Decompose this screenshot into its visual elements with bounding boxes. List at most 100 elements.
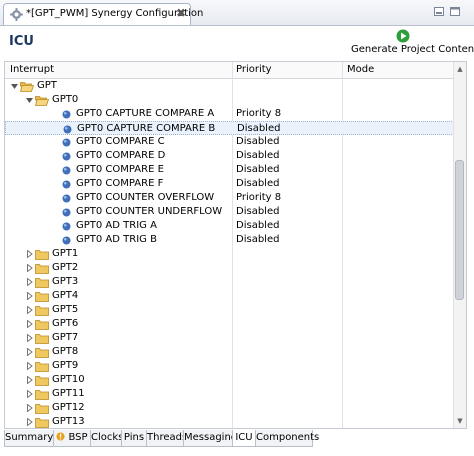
- tree-leaf-row[interactable]: GPT0 COMPARE C Disabled: [5, 135, 454, 149]
- tree-folder-row[interactable]: GPT: [5, 79, 454, 93]
- scroll-down-icon[interactable]: ▼: [456, 417, 464, 425]
- column-header-interrupt[interactable]: Interrupt: [10, 64, 54, 75]
- tree-leaf-row[interactable]: GPT0 COUNTER OVERFLOW Priority 8: [5, 191, 454, 205]
- minimize-icon[interactable]: [434, 7, 444, 16]
- expand-arrow-icon[interactable]: [26, 334, 33, 342]
- interrupt-icon: [62, 166, 71, 175]
- tree-folder-row[interactable]: GPT7: [5, 331, 454, 345]
- priority-value[interactable]: Priority 8: [236, 192, 281, 203]
- tree-folder-row[interactable]: GPT12: [5, 401, 454, 415]
- folder-icon: [35, 404, 49, 414]
- tree-leaf-row[interactable]: GPT0 COMPARE E Disabled: [5, 163, 454, 177]
- interrupt-name: GPT0 COMPARE D: [76, 150, 166, 161]
- expand-arrow-icon[interactable]: [26, 306, 33, 314]
- column-header-mode[interactable]: Mode: [347, 64, 374, 75]
- tree-leaf-row[interactable]: GPT0 COMPARE F Disabled: [5, 177, 454, 191]
- interrupt-name: GPT0 COMPARE F: [76, 178, 164, 189]
- priority-value[interactable]: Disabled: [236, 220, 279, 231]
- expand-arrow-icon[interactable]: [26, 390, 33, 398]
- tree-folder-row[interactable]: GPT10: [5, 373, 454, 387]
- folder-icon: [35, 278, 49, 288]
- interrupt-name: GPT0 CAPTURE COMPARE A: [76, 108, 215, 119]
- collapse-arrow-icon[interactable]: [26, 96, 33, 104]
- tree-folder-row[interactable]: GPT5: [5, 303, 454, 317]
- priority-value[interactable]: Disabled: [236, 206, 279, 217]
- run-icon[interactable]: [396, 29, 410, 43]
- expand-arrow-icon[interactable]: [26, 250, 33, 258]
- tree-folder-row[interactable]: GPT0: [5, 93, 454, 107]
- close-icon[interactable]: ✖: [176, 6, 186, 20]
- priority-value[interactable]: Priority 8: [236, 108, 281, 119]
- tree-folder-row[interactable]: GPT3: [5, 275, 454, 289]
- folder-icon: [35, 348, 49, 358]
- folder-icon: [35, 306, 49, 316]
- expand-arrow-icon[interactable]: [26, 348, 33, 356]
- tab-components[interactable]: Components: [255, 430, 319, 447]
- tree-folder-label: GPT0: [52, 94, 79, 105]
- tab-summary[interactable]: Summary: [4, 430, 54, 447]
- priority-value[interactable]: Disabled: [236, 150, 279, 161]
- tree-folder-label: GPT13: [52, 416, 85, 427]
- expand-arrow-icon[interactable]: [26, 278, 33, 286]
- tree-folder-row[interactable]: GPT6: [5, 317, 454, 331]
- scrollbar-thumb[interactable]: [455, 160, 464, 300]
- tab-messaging[interactable]: Messaging: [183, 430, 237, 447]
- folder-icon: [35, 334, 49, 344]
- priority-value[interactable]: Disabled: [236, 136, 279, 147]
- tree-folder-label: GPT1: [52, 248, 79, 259]
- tree-leaf-row[interactable]: GPT0 CAPTURE COMPARE B Disabled: [5, 121, 454, 135]
- tree-leaf-row[interactable]: GPT0 CAPTURE COMPARE A Priority 8: [5, 107, 454, 121]
- tab-bsp[interactable]: BSP: [53, 430, 91, 447]
- expand-arrow-icon[interactable]: [26, 264, 33, 272]
- tree-folder-label: GPT9: [52, 360, 79, 371]
- folder-icon: [35, 250, 49, 260]
- tree-folder-row[interactable]: GPT2: [5, 261, 454, 275]
- tree-leaf-row[interactable]: GPT0 COMPARE D Disabled: [5, 149, 454, 163]
- vertical-scrollbar[interactable]: ▲ ▼: [453, 62, 466, 428]
- expand-arrow-icon[interactable]: [26, 404, 33, 412]
- table-header: Interrupt Priority Mode: [5, 62, 454, 79]
- priority-value[interactable]: Disabled: [236, 178, 279, 189]
- tree-leaf-row[interactable]: GPT0 AD TRIG B Disabled: [5, 233, 454, 247]
- tab-pins[interactable]: Pins: [121, 430, 147, 447]
- interrupt-icon: [62, 138, 71, 147]
- interrupt-name: GPT0 CAPTURE COMPARE B: [77, 123, 216, 134]
- expand-arrow-icon[interactable]: [26, 418, 33, 426]
- expand-arrow-icon[interactable]: [26, 376, 33, 384]
- tree-folder-row[interactable]: GPT8: [5, 345, 454, 359]
- tree-leaf-row[interactable]: GPT0 COUNTER UNDERFLOW Disabled: [5, 205, 454, 219]
- tree-folder-row[interactable]: GPT1: [5, 247, 454, 261]
- expand-arrow-icon[interactable]: [26, 292, 33, 300]
- priority-value[interactable]: Disabled: [236, 164, 279, 175]
- priority-value[interactable]: Disabled: [237, 123, 280, 134]
- column-header-priority[interactable]: Priority: [236, 64, 272, 75]
- collapse-arrow-icon[interactable]: [11, 82, 18, 90]
- folder-icon: [35, 390, 49, 400]
- configuration-editor: *[GPT_PWM] Synergy Configuration ✖ ICU G…: [0, 0, 474, 456]
- tab-label: Threads: [147, 432, 188, 443]
- tree-folder-row[interactable]: GPT9: [5, 359, 454, 373]
- tab-clocks[interactable]: Clocks: [90, 430, 123, 447]
- tree-leaf-row[interactable]: GPT0 AD TRIG A Disabled: [5, 219, 454, 233]
- folder-icon: [35, 362, 49, 372]
- priority-value[interactable]: Disabled: [236, 234, 279, 245]
- tab-threads[interactable]: Threads: [146, 430, 188, 447]
- tree-folder-label: GPT10: [52, 374, 85, 385]
- tree-folder-label: GPT3: [52, 276, 79, 287]
- generate-project-content-button[interactable]: Generate Project Content: [351, 44, 474, 55]
- editor-tab[interactable]: *[GPT_PWM] Synergy Configuration ✖: [3, 3, 203, 25]
- scroll-up-icon[interactable]: ▲: [456, 65, 464, 73]
- page-title: ICU: [9, 34, 34, 49]
- tree-folder-label: GPT: [37, 80, 57, 91]
- folder-icon: [35, 376, 49, 386]
- expand-arrow-icon[interactable]: [26, 320, 33, 328]
- folder-icon: [35, 96, 49, 106]
- tree-folder-row[interactable]: GPT11: [5, 387, 454, 401]
- expand-arrow-icon[interactable]: [26, 362, 33, 370]
- tree-folder-row[interactable]: GPT4: [5, 289, 454, 303]
- tab-icu[interactable]: ICU: [232, 430, 256, 447]
- tree-folder-row[interactable]: GPT13: [5, 415, 454, 428]
- interrupt-name: GPT0 COMPARE E: [76, 164, 164, 175]
- maximize-icon[interactable]: [450, 7, 460, 16]
- folder-icon: [35, 320, 49, 330]
